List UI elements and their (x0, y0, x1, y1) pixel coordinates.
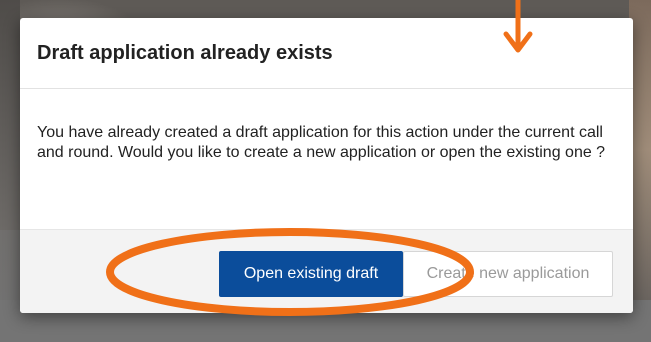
dialog-message: You have already created a draft applica… (37, 124, 606, 161)
dialog-body: You have already created a draft applica… (20, 89, 633, 229)
dialog-title: Draft application already exists (37, 41, 333, 64)
create-new-application-button[interactable]: Create new application (403, 251, 613, 297)
draft-exists-dialog: Draft application already exists You hav… (20, 18, 633, 313)
backdrop-photo-left (0, 0, 20, 230)
dialog-header: Draft application already exists (20, 18, 633, 89)
dialog-footer: Open existing draft Create new applicati… (20, 229, 633, 313)
open-existing-draft-button[interactable]: Open existing draft (219, 251, 403, 297)
